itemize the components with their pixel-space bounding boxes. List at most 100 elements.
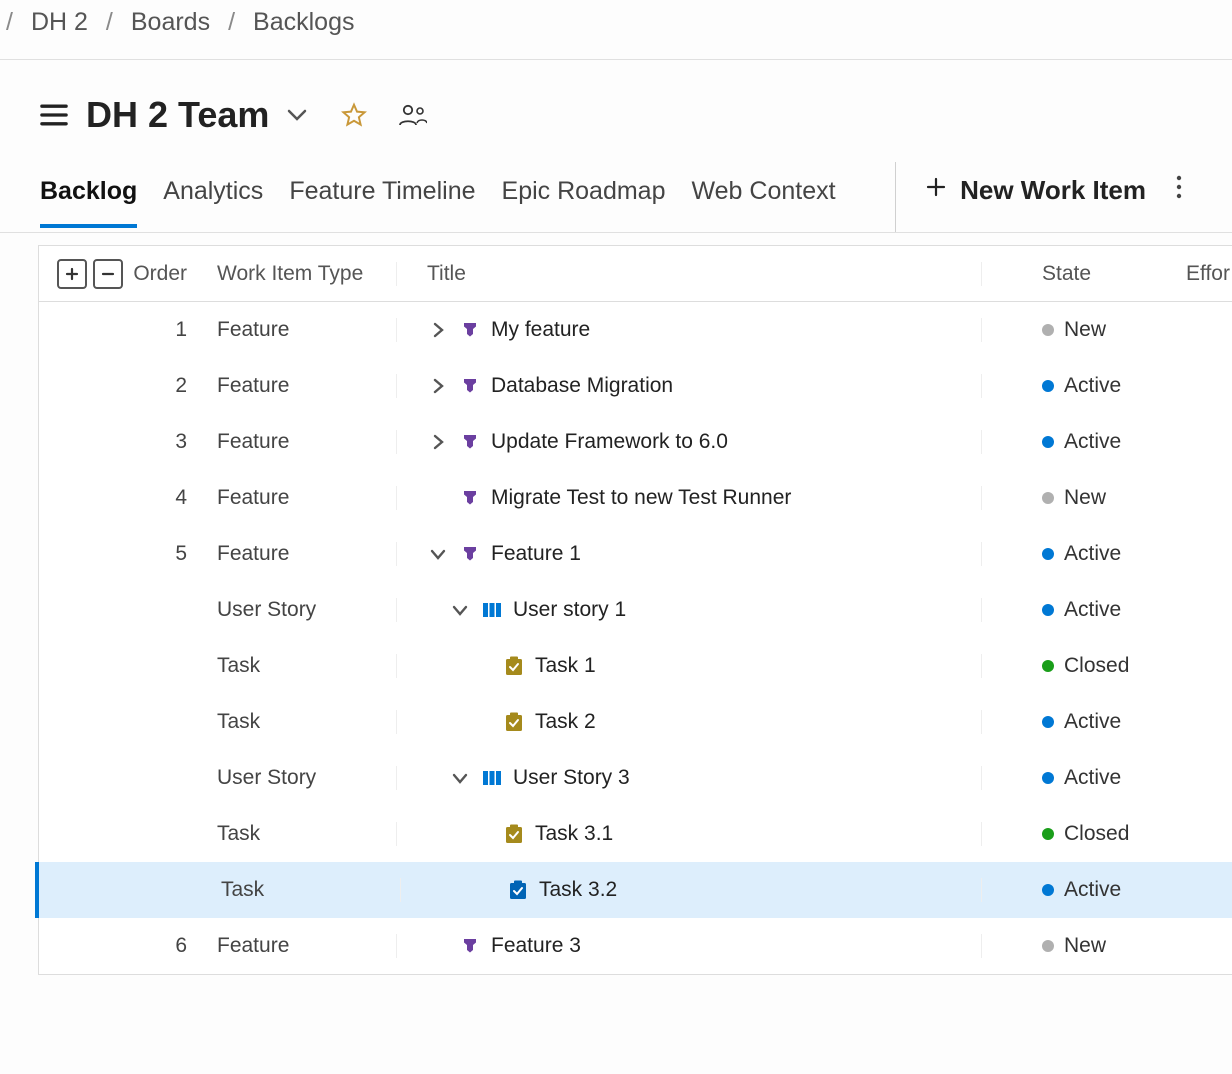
trophy-icon bbox=[459, 935, 481, 957]
cell-title[interactable]: My feature bbox=[491, 318, 590, 342]
col-header-title[interactable]: Title bbox=[397, 262, 982, 286]
cell-type: Task bbox=[221, 878, 401, 902]
trophy-icon bbox=[459, 431, 481, 453]
breadcrumb-item[interactable]: Boards bbox=[131, 8, 210, 37]
cell-order: 6 bbox=[129, 934, 217, 958]
collapse-all-button[interactable] bbox=[93, 259, 123, 289]
cell-type: Feature bbox=[217, 318, 397, 342]
chevron-right-icon[interactable] bbox=[427, 433, 449, 451]
table-row[interactable]: TaskTask 3.1Closed bbox=[39, 806, 1232, 862]
trophy-icon bbox=[459, 543, 481, 565]
tab-web-context[interactable]: Web Context bbox=[692, 167, 836, 227]
state-dot-icon bbox=[1042, 324, 1054, 336]
chevron-down-icon[interactable] bbox=[449, 603, 471, 617]
col-header-order[interactable]: Order bbox=[129, 262, 217, 286]
col-header-effort[interactable]: Effor bbox=[1182, 262, 1232, 286]
cell-state: Active bbox=[1064, 766, 1121, 790]
table-row[interactable]: Task Task 1 Closed bbox=[39, 638, 1232, 694]
state-dot-icon bbox=[1042, 772, 1054, 784]
state-dot-icon bbox=[1042, 884, 1054, 896]
chevron-right-icon[interactable] bbox=[427, 377, 449, 395]
breadcrumb-item[interactable]: DH 2 bbox=[31, 8, 88, 37]
col-header-state[interactable]: State bbox=[982, 262, 1182, 286]
table-row[interactable]: 6FeatureFeature 3New bbox=[39, 918, 1232, 974]
cell-title[interactable]: Task 1 bbox=[535, 654, 596, 678]
table-row[interactable]: 1FeatureMy featureNew bbox=[39, 302, 1232, 358]
new-work-item-button[interactable]: New Work Item bbox=[926, 175, 1146, 220]
backlog-table: Order Work Item Type Title State Effor 1… bbox=[38, 245, 1232, 975]
cell-type: Task bbox=[217, 710, 397, 734]
cell-order: 4 bbox=[129, 486, 217, 510]
trophy-icon bbox=[459, 319, 481, 341]
tabs: Backlog Analytics Feature Timeline Epic Roa… bbox=[40, 167, 836, 227]
hamburger-icon[interactable] bbox=[40, 104, 68, 126]
chevron-down-icon[interactable] bbox=[427, 547, 449, 561]
state-dot-icon bbox=[1042, 716, 1054, 728]
cell-title[interactable]: Migrate Test to new Test Runner bbox=[491, 486, 791, 510]
state-dot-icon bbox=[1042, 548, 1054, 560]
star-icon[interactable] bbox=[341, 102, 367, 128]
cell-title[interactable]: Task 3.1 bbox=[535, 822, 613, 846]
clipboard-check-icon bbox=[507, 879, 529, 901]
clipboard-check-icon bbox=[503, 823, 525, 845]
table-row[interactable]: Task Task 3.2 Active bbox=[35, 862, 1232, 918]
cell-title[interactable]: User story 1 bbox=[513, 598, 626, 622]
tabs-row: Backlog Analytics Feature Timeline Epic Roa… bbox=[0, 144, 1232, 233]
cell-state: New bbox=[1064, 486, 1106, 510]
cell-type: User Story bbox=[217, 766, 397, 790]
trophy-icon bbox=[459, 487, 481, 509]
page-header: DH 2 Team bbox=[0, 60, 1232, 144]
cell-type: Feature bbox=[217, 934, 397, 958]
new-work-item-label: New Work Item bbox=[960, 175, 1146, 206]
cell-order: 5 bbox=[129, 542, 217, 566]
cell-state: Active bbox=[1064, 878, 1121, 902]
cell-state: Closed bbox=[1064, 654, 1129, 678]
book-icon bbox=[481, 599, 503, 621]
tab-feature-timeline[interactable]: Feature Timeline bbox=[289, 167, 475, 227]
cell-type: Feature bbox=[217, 486, 397, 510]
people-icon[interactable] bbox=[399, 104, 427, 126]
cell-state: Active bbox=[1064, 542, 1121, 566]
expand-all-button[interactable] bbox=[57, 259, 87, 289]
cell-title[interactable]: Task 2 bbox=[535, 710, 596, 734]
state-dot-icon bbox=[1042, 492, 1054, 504]
breadcrumb-sep: / bbox=[6, 8, 13, 37]
breadcrumb-sep: / bbox=[228, 8, 235, 37]
state-dot-icon bbox=[1042, 828, 1054, 840]
cell-type: Feature bbox=[217, 430, 397, 454]
col-header-type[interactable]: Work Item Type bbox=[217, 262, 397, 286]
cell-title[interactable]: Task 3.2 bbox=[539, 878, 617, 902]
cell-type: User Story bbox=[217, 598, 397, 622]
table-row[interactable]: 3Feature Update Framework to 6.0 Active bbox=[39, 414, 1232, 470]
cell-state: New bbox=[1064, 318, 1106, 342]
cell-state: Active bbox=[1064, 710, 1121, 734]
table-header: Order Work Item Type Title State Effor bbox=[39, 246, 1232, 302]
table-row[interactable]: User StoryUser story 1Active bbox=[39, 582, 1232, 638]
table-row[interactable]: User Story User Story 3 Active bbox=[39, 750, 1232, 806]
tab-backlog[interactable]: Backlog bbox=[40, 167, 137, 228]
cell-title[interactable]: Feature 1 bbox=[491, 542, 581, 566]
cell-title[interactable]: Feature 3 bbox=[491, 934, 581, 958]
tab-epic-roadmap[interactable]: Epic Roadmap bbox=[502, 167, 666, 227]
more-menu-icon[interactable] bbox=[1146, 175, 1192, 220]
chevron-down-icon[interactable] bbox=[449, 771, 471, 785]
table-row[interactable]: 5FeatureFeature 1Active bbox=[39, 526, 1232, 582]
chevron-down-icon[interactable] bbox=[287, 108, 307, 122]
tab-analytics[interactable]: Analytics bbox=[163, 167, 263, 227]
cell-title[interactable]: Update Framework to 6.0 bbox=[491, 430, 728, 454]
chevron-right-icon[interactable] bbox=[427, 321, 449, 339]
table-row[interactable]: Task Task 2 Active bbox=[39, 694, 1232, 750]
table-row[interactable]: 2FeatureDatabase MigrationActive bbox=[39, 358, 1232, 414]
cell-type: Task bbox=[217, 654, 397, 678]
state-dot-icon bbox=[1042, 436, 1054, 448]
team-name[interactable]: DH 2 Team bbox=[86, 94, 269, 136]
cell-title[interactable]: Database Migration bbox=[491, 374, 673, 398]
cell-order: 2 bbox=[129, 374, 217, 398]
table-row[interactable]: 4Feature Migrate Test to new Test Runner N… bbox=[39, 470, 1232, 526]
clipboard-check-icon bbox=[503, 711, 525, 733]
breadcrumb-item[interactable]: Backlogs bbox=[253, 8, 354, 37]
cell-title[interactable]: User Story 3 bbox=[513, 766, 630, 790]
cell-state: Active bbox=[1064, 430, 1121, 454]
cell-order: 3 bbox=[129, 430, 217, 454]
breadcrumb: / DH 2 / Boards / Backlogs bbox=[0, 0, 1232, 60]
